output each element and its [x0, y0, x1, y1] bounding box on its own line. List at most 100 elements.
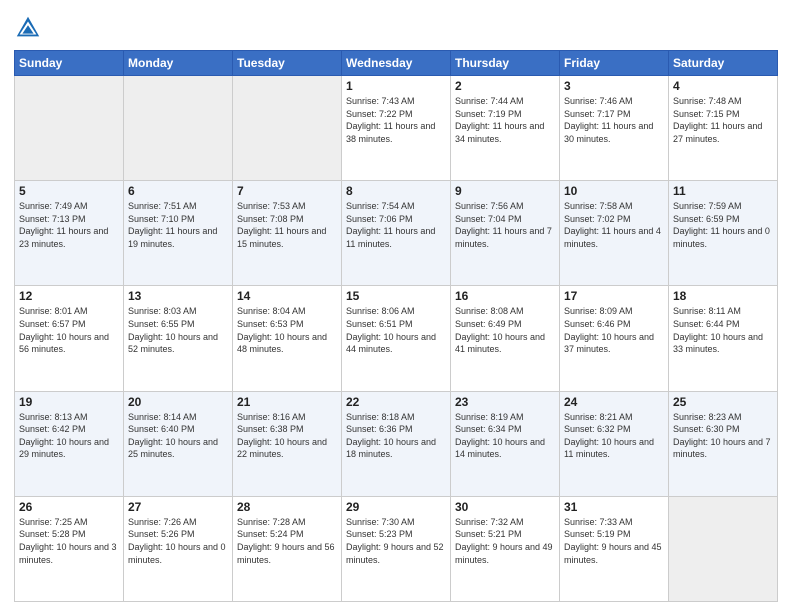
day-cell: 7 Sunrise: 7:53 AM Sunset: 7:08 PM Daylig…: [233, 181, 342, 286]
weekday-header-wednesday: Wednesday: [342, 51, 451, 76]
day-number: 24: [564, 395, 664, 409]
day-info: Sunrise: 7:54 AM Sunset: 7:06 PM Dayligh…: [346, 200, 446, 250]
day-number: 7: [237, 184, 337, 198]
weekday-header-thursday: Thursday: [451, 51, 560, 76]
day-info: Sunrise: 8:21 AM Sunset: 6:32 PM Dayligh…: [564, 411, 664, 461]
day-number: 4: [673, 79, 773, 93]
day-cell: 30 Sunrise: 7:32 AM Sunset: 5:21 PM Dayli…: [451, 496, 560, 601]
day-cell: 14 Sunrise: 8:04 AM Sunset: 6:53 PM Dayli…: [233, 286, 342, 391]
day-info: Sunrise: 7:26 AM Sunset: 5:26 PM Dayligh…: [128, 516, 228, 566]
day-cell: 8 Sunrise: 7:54 AM Sunset: 7:06 PM Daylig…: [342, 181, 451, 286]
day-info: Sunrise: 7:43 AM Sunset: 7:22 PM Dayligh…: [346, 95, 446, 145]
day-cell: 21 Sunrise: 8:16 AM Sunset: 6:38 PM Dayli…: [233, 391, 342, 496]
day-cell: 1Sunrise: 7:43 AM Sunset: 7:22 PM Daylig…: [342, 76, 451, 181]
logo: [14, 14, 46, 42]
weekday-header-saturday: Saturday: [669, 51, 778, 76]
day-info: Sunrise: 7:30 AM Sunset: 5:23 PM Dayligh…: [346, 516, 446, 566]
day-info: Sunrise: 7:53 AM Sunset: 7:08 PM Dayligh…: [237, 200, 337, 250]
day-info: Sunrise: 7:48 AM Sunset: 7:15 PM Dayligh…: [673, 95, 773, 145]
day-cell: 29 Sunrise: 7:30 AM Sunset: 5:23 PM Dayli…: [342, 496, 451, 601]
day-number: 26: [19, 500, 119, 514]
day-info: Sunrise: 8:14 AM Sunset: 6:40 PM Dayligh…: [128, 411, 228, 461]
day-info: Sunrise: 7:44 AM Sunset: 7:19 PM Dayligh…: [455, 95, 555, 145]
day-info: Sunrise: 7:25 AM Sunset: 5:28 PM Dayligh…: [19, 516, 119, 566]
day-number: 12: [19, 289, 119, 303]
day-number: 23: [455, 395, 555, 409]
week-row-3: 12 Sunrise: 8:01 AM Sunset: 6:57 PM Dayli…: [15, 286, 778, 391]
day-cell: 2Sunrise: 7:44 AM Sunset: 7:19 PM Daylig…: [451, 76, 560, 181]
day-number: 6: [128, 184, 228, 198]
day-number: 17: [564, 289, 664, 303]
day-info: Sunrise: 7:32 AM Sunset: 5:21 PM Dayligh…: [455, 516, 555, 566]
day-number: 11: [673, 184, 773, 198]
day-number: 28: [237, 500, 337, 514]
weekday-header-tuesday: Tuesday: [233, 51, 342, 76]
day-number: 8: [346, 184, 446, 198]
day-cell: 10 Sunrise: 7:58 AM Sunset: 7:02 PM Dayli…: [560, 181, 669, 286]
day-cell: 12 Sunrise: 8:01 AM Sunset: 6:57 PM Dayli…: [15, 286, 124, 391]
day-cell: 19 Sunrise: 8:13 AM Sunset: 6:42 PM Dayli…: [15, 391, 124, 496]
day-number: 10: [564, 184, 664, 198]
day-number: 5: [19, 184, 119, 198]
day-info: Sunrise: 8:08 AM Sunset: 6:49 PM Dayligh…: [455, 305, 555, 355]
day-cell: 22 Sunrise: 8:18 AM Sunset: 6:36 PM Dayli…: [342, 391, 451, 496]
day-info: Sunrise: 7:51 AM Sunset: 7:10 PM Dayligh…: [128, 200, 228, 250]
week-row-4: 19 Sunrise: 8:13 AM Sunset: 6:42 PM Dayli…: [15, 391, 778, 496]
day-number: 13: [128, 289, 228, 303]
day-info: Sunrise: 7:46 AM Sunset: 7:17 PM Dayligh…: [564, 95, 664, 145]
day-cell: 11 Sunrise: 7:59 AM Sunset: 6:59 PM Dayli…: [669, 181, 778, 286]
day-number: 18: [673, 289, 773, 303]
day-cell: [15, 76, 124, 181]
weekday-header-monday: Monday: [124, 51, 233, 76]
day-info: Sunrise: 8:11 AM Sunset: 6:44 PM Dayligh…: [673, 305, 773, 355]
day-info: Sunrise: 8:19 AM Sunset: 6:34 PM Dayligh…: [455, 411, 555, 461]
day-cell: 4 Sunrise: 7:48 AM Sunset: 7:15 PM Daylig…: [669, 76, 778, 181]
day-info: Sunrise: 7:58 AM Sunset: 7:02 PM Dayligh…: [564, 200, 664, 250]
day-cell: [124, 76, 233, 181]
day-number: 9: [455, 184, 555, 198]
day-number: 27: [128, 500, 228, 514]
day-info: Sunrise: 7:59 AM Sunset: 6:59 PM Dayligh…: [673, 200, 773, 250]
day-cell: 15 Sunrise: 8:06 AM Sunset: 6:51 PM Dayli…: [342, 286, 451, 391]
day-cell: 18 Sunrise: 8:11 AM Sunset: 6:44 PM Dayli…: [669, 286, 778, 391]
day-number: 30: [455, 500, 555, 514]
day-info: Sunrise: 8:09 AM Sunset: 6:46 PM Dayligh…: [564, 305, 664, 355]
day-info: Sunrise: 7:33 AM Sunset: 5:19 PM Dayligh…: [564, 516, 664, 566]
day-info: Sunrise: 8:01 AM Sunset: 6:57 PM Dayligh…: [19, 305, 119, 355]
weekday-header-row: SundayMondayTuesdayWednesdayThursdayFrid…: [15, 51, 778, 76]
day-number: 25: [673, 395, 773, 409]
day-number: 29: [346, 500, 446, 514]
day-info: Sunrise: 7:49 AM Sunset: 7:13 PM Dayligh…: [19, 200, 119, 250]
day-number: 21: [237, 395, 337, 409]
day-cell: 20Sunrise: 8:14 AM Sunset: 6:40 PM Dayli…: [124, 391, 233, 496]
logo-icon: [14, 14, 42, 42]
day-cell: 6 Sunrise: 7:51 AM Sunset: 7:10 PM Daylig…: [124, 181, 233, 286]
day-info: Sunrise: 8:06 AM Sunset: 6:51 PM Dayligh…: [346, 305, 446, 355]
day-cell: 23 Sunrise: 8:19 AM Sunset: 6:34 PM Dayli…: [451, 391, 560, 496]
day-cell: [233, 76, 342, 181]
day-cell: 9Sunrise: 7:56 AM Sunset: 7:04 PM Daylig…: [451, 181, 560, 286]
week-row-5: 26 Sunrise: 7:25 AM Sunset: 5:28 PM Dayli…: [15, 496, 778, 601]
day-number: 22: [346, 395, 446, 409]
day-info: Sunrise: 8:16 AM Sunset: 6:38 PM Dayligh…: [237, 411, 337, 461]
day-info: Sunrise: 8:04 AM Sunset: 6:53 PM Dayligh…: [237, 305, 337, 355]
week-row-1: 1Sunrise: 7:43 AM Sunset: 7:22 PM Daylig…: [15, 76, 778, 181]
day-info: Sunrise: 8:13 AM Sunset: 6:42 PM Dayligh…: [19, 411, 119, 461]
day-number: 15: [346, 289, 446, 303]
day-cell: 28Sunrise: 7:28 AM Sunset: 5:24 PM Dayli…: [233, 496, 342, 601]
day-cell: 13Sunrise: 8:03 AM Sunset: 6:55 PM Dayli…: [124, 286, 233, 391]
day-cell: 26 Sunrise: 7:25 AM Sunset: 5:28 PM Dayli…: [15, 496, 124, 601]
day-number: 19: [19, 395, 119, 409]
day-info: Sunrise: 8:23 AM Sunset: 6:30 PM Dayligh…: [673, 411, 773, 461]
day-cell: 27 Sunrise: 7:26 AM Sunset: 5:26 PM Dayli…: [124, 496, 233, 601]
weekday-header-friday: Friday: [560, 51, 669, 76]
day-cell: 25 Sunrise: 8:23 AM Sunset: 6:30 PM Dayli…: [669, 391, 778, 496]
day-cell: 5 Sunrise: 7:49 AM Sunset: 7:13 PM Daylig…: [15, 181, 124, 286]
day-cell: 3Sunrise: 7:46 AM Sunset: 7:17 PM Daylig…: [560, 76, 669, 181]
day-cell: [669, 496, 778, 601]
day-number: 14: [237, 289, 337, 303]
day-cell: 31Sunrise: 7:33 AM Sunset: 5:19 PM Dayli…: [560, 496, 669, 601]
day-info: Sunrise: 8:18 AM Sunset: 6:36 PM Dayligh…: [346, 411, 446, 461]
day-cell: 17 Sunrise: 8:09 AM Sunset: 6:46 PM Dayli…: [560, 286, 669, 391]
week-row-2: 5 Sunrise: 7:49 AM Sunset: 7:13 PM Daylig…: [15, 181, 778, 286]
